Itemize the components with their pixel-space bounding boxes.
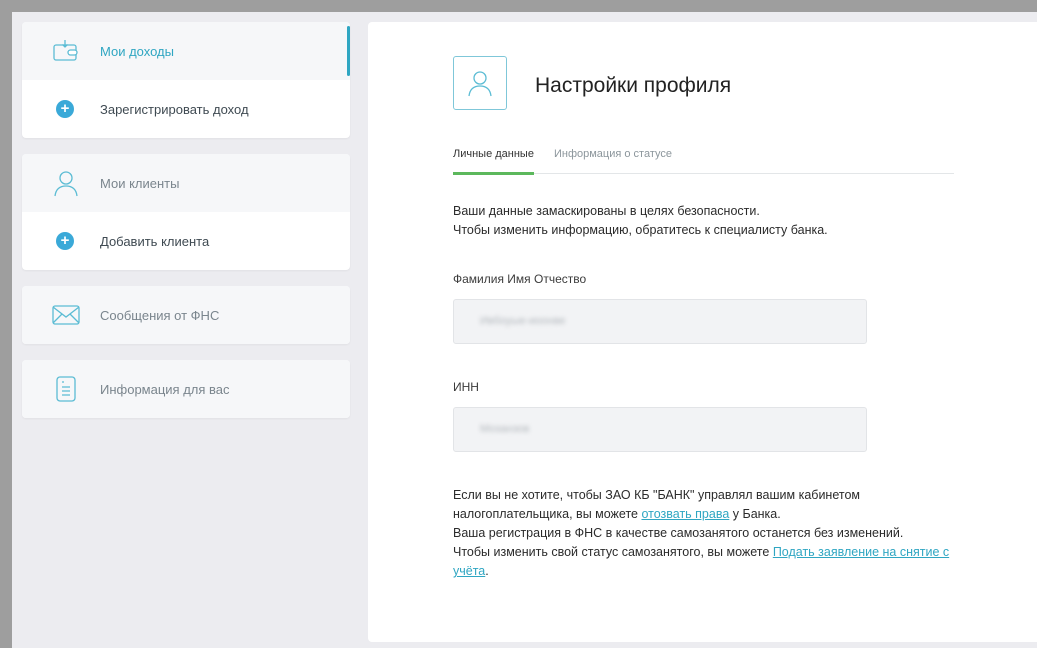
sidebar-item-label: Мои клиенты bbox=[100, 175, 180, 191]
inn-field: Мозанзов bbox=[453, 407, 867, 452]
sidebar: Мои доходы + Зарегистрировать доход Мои … bbox=[22, 22, 350, 434]
profile-user-icon bbox=[453, 56, 507, 110]
footer-text: Ваша регистрация в ФНС в качестве самоза… bbox=[453, 526, 904, 540]
sidebar-item-label: Информация для вас bbox=[100, 381, 230, 397]
window-top-border bbox=[0, 0, 1037, 12]
fio-label: Фамилия Имя Отчество bbox=[453, 272, 587, 286]
footer-text: . bbox=[485, 564, 489, 578]
inn-label: ИНН bbox=[453, 380, 479, 394]
info-card: Информация для вас bbox=[22, 360, 350, 418]
sidebar-item-info-for-you[interactable]: Информация для вас bbox=[22, 360, 350, 418]
fio-value: Ивбоуые-иоонве bbox=[480, 315, 566, 327]
envelope-icon bbox=[52, 301, 80, 329]
wallet-icon bbox=[52, 37, 80, 65]
inn-value: Мозанзов bbox=[480, 423, 530, 435]
income-card: Мои доходы + Зарегистрировать доход bbox=[22, 22, 350, 138]
sidebar-item-my-clients[interactable]: Мои клиенты bbox=[22, 154, 350, 212]
sidebar-item-label: Сообщения от ФНС bbox=[100, 307, 220, 323]
revoke-rights-link[interactable]: отозвать права bbox=[641, 507, 729, 521]
plus-icon: + bbox=[56, 232, 74, 250]
sidebar-item-my-income[interactable]: Мои доходы bbox=[22, 22, 350, 80]
footer-text: у Банка. bbox=[729, 507, 781, 521]
sidebar-item-label: Мои доходы bbox=[100, 43, 174, 59]
profile-tabs: Личные данные Информация о статусе bbox=[453, 148, 954, 175]
revoke-rights-info: Если вы не хотите, чтобы ЗАО КБ "БАНК" у… bbox=[453, 486, 973, 581]
tab-status-info[interactable]: Информация о статусе bbox=[554, 148, 672, 173]
masking-notice: Ваши данные замаскированы в целях безопа… bbox=[453, 202, 828, 240]
clients-card: Мои клиенты + Добавить клиента bbox=[22, 154, 350, 270]
notice-line: Чтобы изменить информацию, обратитесь к … bbox=[453, 223, 828, 237]
register-income-button[interactable]: + Зарегистрировать доход bbox=[22, 80, 350, 138]
messages-card: Сообщения от ФНС bbox=[22, 286, 350, 344]
document-icon bbox=[52, 375, 80, 403]
page-title: Настройки профиля bbox=[535, 74, 732, 97]
add-client-button[interactable]: + Добавить клиента bbox=[22, 212, 350, 270]
user-icon bbox=[52, 169, 80, 197]
notice-line: Ваши данные замаскированы в целях безопа… bbox=[453, 204, 760, 218]
profile-settings-panel: Настройки профиля Личные данные Информац… bbox=[368, 22, 1037, 642]
footer-text: Чтобы изменить свой статус самозанятого,… bbox=[453, 545, 773, 559]
sidebar-item-label: Добавить клиента bbox=[100, 233, 210, 249]
tab-personal-data[interactable]: Личные данные bbox=[453, 148, 534, 175]
plus-icon: + bbox=[56, 100, 74, 118]
fio-field: Ивбоуые-иоонве bbox=[453, 299, 867, 344]
sidebar-item-label: Зарегистрировать доход bbox=[100, 101, 249, 117]
window-left-border bbox=[0, 0, 12, 648]
sidebar-item-fns-messages[interactable]: Сообщения от ФНС bbox=[22, 286, 350, 344]
